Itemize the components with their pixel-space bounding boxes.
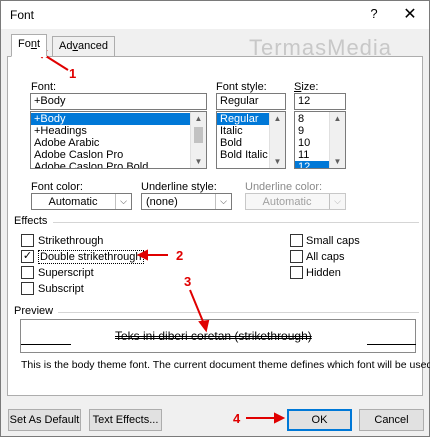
annotation-3-arrow [189, 289, 205, 325]
annotation-2-arrowhead [136, 249, 148, 261]
annotation-3-arrowhead [198, 319, 210, 333]
tab-font-label-a: Fo [18, 38, 31, 50]
annotation-1-label: 1 [69, 66, 77, 81]
tab-font-label-c: t [36, 38, 41, 50]
annotation-overlay [33, 48, 286, 424]
annotation-4-label: 4 [233, 411, 241, 426]
annotation-4-arrowhead [274, 412, 286, 424]
annotation-2-label: 2 [176, 248, 184, 263]
annotation-3-label: 3 [184, 274, 192, 289]
tab-font[interactable]: Font [11, 34, 48, 57]
